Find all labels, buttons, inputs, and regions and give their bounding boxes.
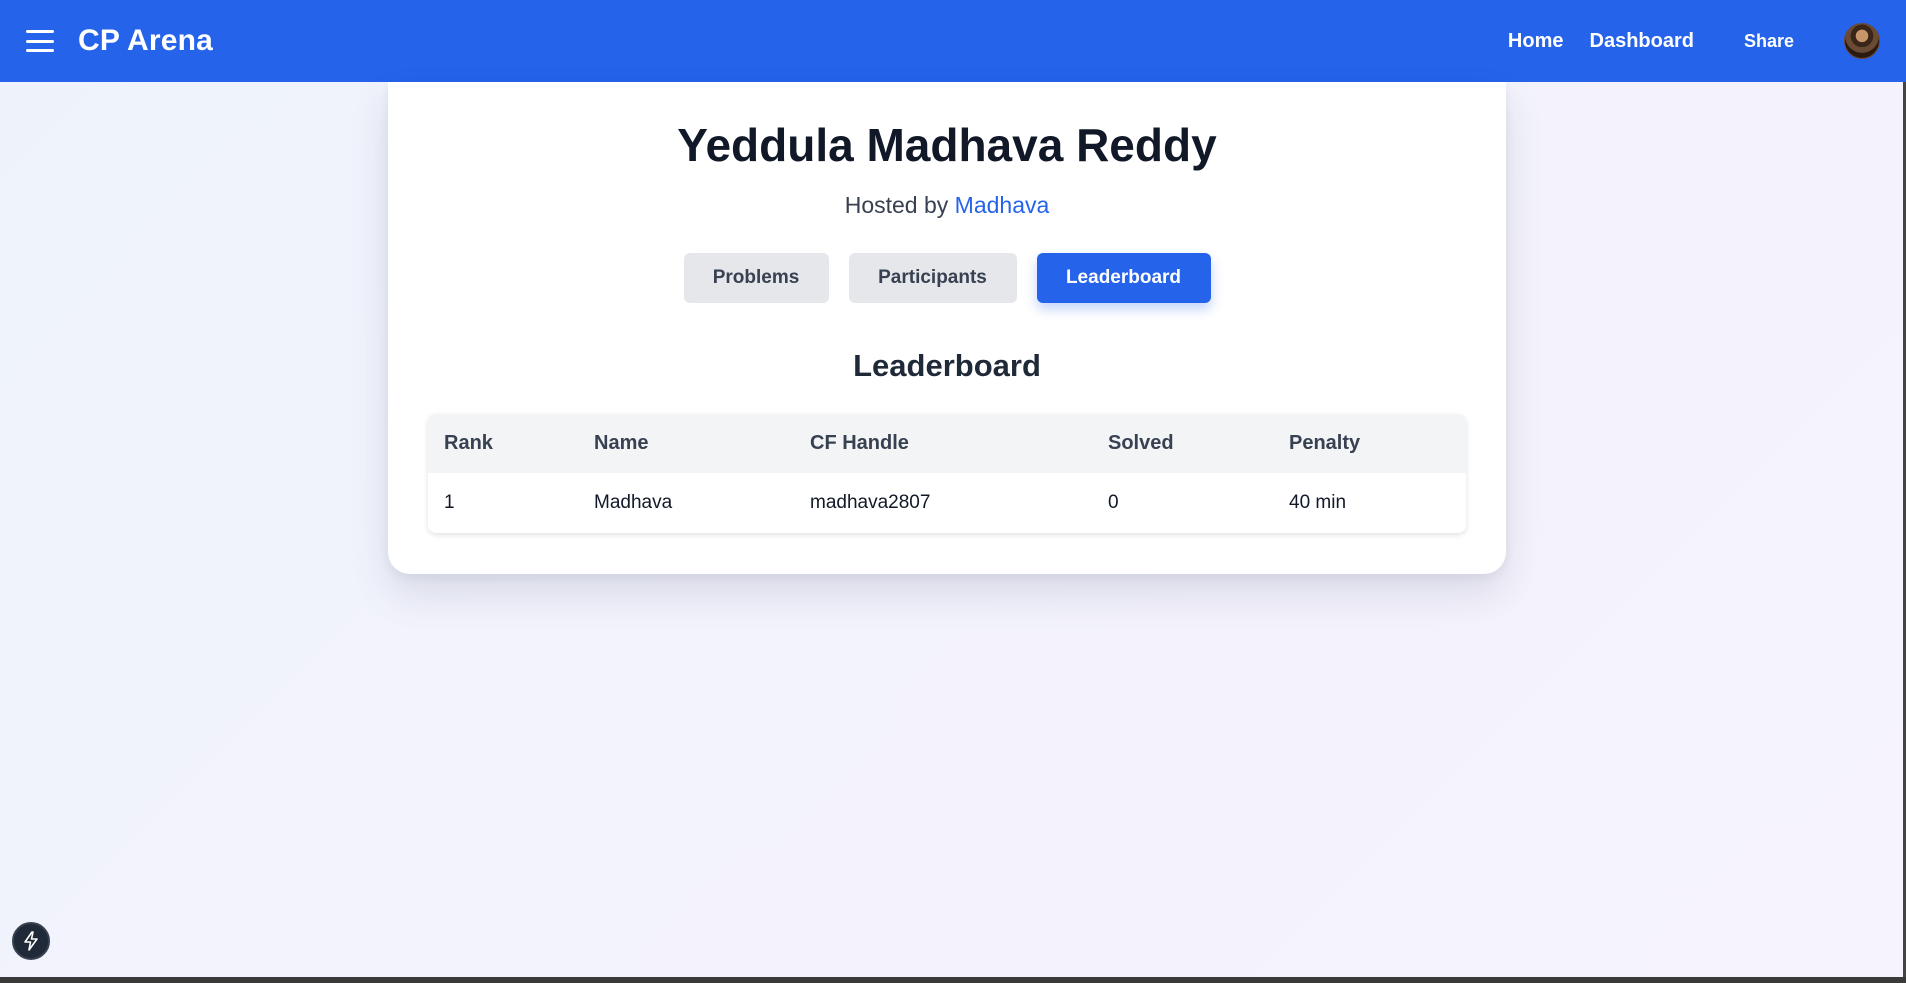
cell-solved: 0 <box>1108 492 1119 513</box>
cell-name: Madhava <box>594 492 673 513</box>
lightning-bolt-icon <box>24 931 38 951</box>
nav-links: Home Dashboard Share <box>1508 23 1880 59</box>
brand-logo[interactable]: CP Arena <box>78 24 213 58</box>
contest-card: Yeddula Madhava Reddy Hosted by Madhava … <box>388 82 1506 574</box>
column-header-name: Name <box>594 432 649 454</box>
top-navbar: CP Arena Home Dashboard Share <box>0 0 1906 82</box>
leaderboard-table: Rank Name CF Handle Solved Penalty 1 Mad… <box>428 414 1466 533</box>
share-button[interactable]: Share <box>1744 31 1794 52</box>
table-header-row: Rank Name CF Handle Solved Penalty <box>428 414 1466 473</box>
contest-tabs: Problems Participants Leaderboard <box>388 253 1506 303</box>
lightning-bolt-button[interactable] <box>12 922 50 960</box>
tab-problems[interactable]: Problems <box>683 253 829 303</box>
leaderboard-heading: Leaderboard <box>853 348 1041 383</box>
hosted-by-prefix: Hosted by <box>844 192 949 218</box>
nav-dashboard-link[interactable]: Dashboard <box>1590 30 1694 53</box>
table-row: 1 Madhava madhava2807 0 40 min <box>428 473 1466 533</box>
tab-participants[interactable]: Participants <box>848 253 1017 303</box>
contest-title: Yeddula Madhava Reddy <box>677 119 1217 171</box>
column-header-solved: Solved <box>1108 432 1174 454</box>
leaderboard-table-container: Rank Name CF Handle Solved Penalty 1 Mad… <box>428 414 1466 533</box>
cell-penalty: 40 min <box>1289 492 1347 513</box>
cell-cf-handle: madhava2807 <box>810 492 931 513</box>
hosted-by-text: Hosted by Madhava <box>388 192 1506 219</box>
tab-leaderboard[interactable]: Leaderboard <box>1036 253 1211 303</box>
column-header-rank: Rank <box>444 432 493 454</box>
cell-rank: 1 <box>444 492 455 513</box>
nav-home-link[interactable]: Home <box>1508 30 1564 53</box>
user-avatar[interactable] <box>1844 23 1880 59</box>
window-bottom-edge <box>0 977 1906 983</box>
column-header-cf-handle: CF Handle <box>810 432 909 454</box>
host-name-link[interactable]: Madhava <box>955 192 1050 218</box>
hamburger-menu-icon[interactable] <box>26 30 54 52</box>
column-header-penalty: Penalty <box>1289 432 1361 454</box>
